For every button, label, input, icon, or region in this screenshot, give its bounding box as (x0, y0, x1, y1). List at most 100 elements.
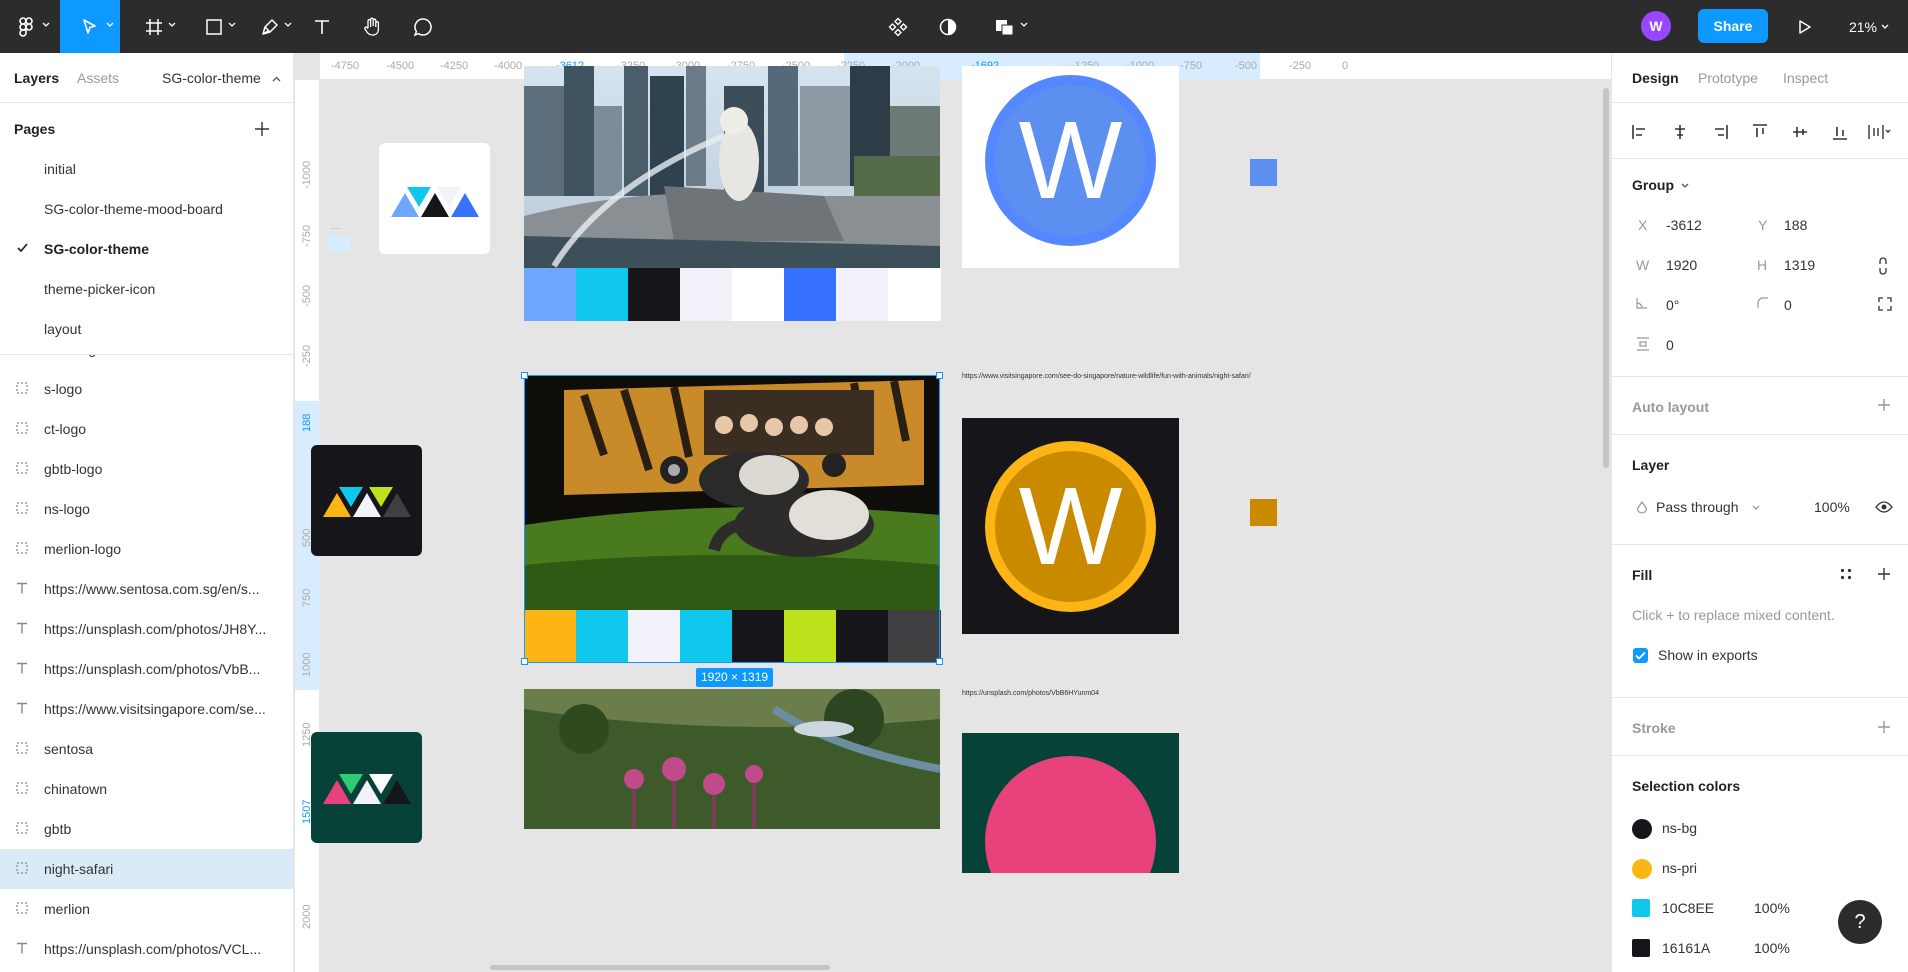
layer-item[interactable]: https://www.sentosa.com.sg/en/s... (0, 569, 293, 609)
tab-design[interactable]: Design (1632, 70, 1679, 86)
page-item-layout[interactable]: layout (0, 309, 293, 349)
merlion-color-swatch[interactable] (524, 268, 577, 321)
canvas[interactable]: -4750-4500-4250-4000-3612-3250-3000-2750… (295, 53, 1611, 972)
rotation-input[interactable]: 0° (1666, 297, 1679, 313)
layer-item[interactable]: night-safari (0, 849, 293, 889)
help-button[interactable]: ? (1838, 900, 1882, 944)
align-right-icon[interactable] (1712, 124, 1728, 140)
x-input[interactable]: -3612 (1666, 217, 1702, 233)
resize-handle-ne[interactable] (936, 372, 943, 379)
distribute-icon[interactable] (1868, 124, 1892, 140)
merlion-color-swatch[interactable] (888, 268, 941, 321)
components-button[interactable] (878, 0, 918, 53)
add-fill-icon[interactable] (1877, 567, 1891, 581)
merlion-color-swatch[interactable] (680, 268, 733, 321)
layer-item[interactable]: ns-logo (0, 489, 293, 529)
merlion-color-swatch[interactable] (732, 268, 785, 321)
align-left-icon[interactable] (1632, 124, 1648, 140)
opacity-input[interactable]: 100% (1814, 499, 1850, 515)
layer-item[interactable]: https://www.visitsingapore.com/se... (0, 689, 293, 729)
gbtb-icon-frame[interactable] (962, 733, 1179, 873)
user-avatar[interactable]: W (1641, 11, 1671, 41)
tab-assets[interactable]: Assets (77, 70, 119, 86)
color-swatch[interactable] (1632, 819, 1652, 839)
layer-item[interactable]: https://unsplash.com/photos/VCL... (0, 929, 293, 969)
h-input[interactable]: 1319 (1784, 257, 1815, 273)
pen-tool-button[interactable] (246, 0, 294, 53)
night-safari-url[interactable]: https://www.visitsingapore.com/see-do-si… (962, 373, 1251, 380)
present-button[interactable] (1785, 0, 1823, 53)
merlion-color-swatch[interactable] (784, 268, 837, 321)
layer-item[interactable]: merlion (0, 889, 293, 929)
mask-button[interactable] (928, 0, 968, 53)
color-swatch[interactable] (1632, 859, 1652, 879)
gbtb-photo[interactable] (524, 689, 940, 829)
tab-prototype[interactable]: Prototype (1698, 70, 1758, 86)
merlion-photo[interactable] (524, 66, 940, 268)
resize-handle-nw[interactable] (521, 372, 528, 379)
boolean-groups-button[interactable] (980, 0, 1030, 53)
eye-icon[interactable] (1875, 501, 1893, 513)
layer-item[interactable]: sentosa (0, 729, 293, 769)
page-item-mood-board[interactable]: SG-color-theme-mood-board (0, 189, 293, 229)
tab-layers[interactable]: Layers (14, 70, 59, 86)
add-stroke-icon[interactable] (1877, 720, 1891, 734)
y-input[interactable]: 188 (1784, 217, 1807, 233)
constrain-proportions-icon[interactable] (1878, 257, 1888, 275)
color-chip-gold[interactable] (1250, 499, 1277, 526)
w-input[interactable]: 1920 (1666, 257, 1697, 273)
current-page-selector[interactable]: SG-color-theme (162, 70, 261, 86)
resize-handle-sw[interactable] (521, 658, 528, 665)
hand-tool-button[interactable] (352, 0, 392, 53)
vertical-scrollbar[interactable] (1603, 88, 1609, 468)
layer-item[interactable]: ct-logo (0, 409, 293, 449)
merlion-color-swatch[interactable] (836, 268, 889, 321)
corner-radius-input[interactable]: 0 (1784, 297, 1792, 313)
layer-item[interactable]: https://unsplash.com/photos/VbB... (0, 649, 293, 689)
layer-item[interactable]: gbtb (0, 809, 293, 849)
align-top-icon[interactable] (1752, 124, 1768, 140)
comment-tool-button[interactable] (403, 0, 443, 53)
color-swatch[interactable] (1632, 899, 1650, 917)
gbtb-logo-card[interactable] (311, 732, 422, 843)
show-in-exports-checkbox[interactable] (1633, 648, 1648, 663)
text-tool-button[interactable] (302, 0, 342, 53)
layer-item[interactable]: chinatown (0, 769, 293, 809)
merlion-color-swatch[interactable] (576, 268, 629, 321)
group-heading[interactable]: Group (1632, 177, 1689, 193)
ns-logo-card[interactable] (311, 445, 422, 556)
color-chip-blue[interactable] (1250, 159, 1277, 186)
share-button[interactable]: Share (1698, 9, 1768, 43)
add-page-icon[interactable] (254, 121, 270, 137)
selection-color-row[interactable]: ns-pri (1632, 856, 1892, 880)
gbtb-url[interactable]: https://unsplash.com/photos/VbB6HYunm04 (962, 690, 1099, 697)
merlion-icon-frame[interactable]: W (962, 66, 1179, 268)
page-item-theme-picker-icon[interactable]: theme-picker-icon (0, 269, 293, 309)
page-item-initial[interactable]: initial (0, 149, 293, 189)
move-tool-button[interactable] (60, 0, 120, 53)
style-grid-icon[interactable] (1840, 568, 1852, 580)
horizontal-scrollbar[interactable] (490, 965, 830, 970)
independent-corners-icon[interactable] (1878, 297, 1892, 311)
align-bottom-icon[interactable] (1832, 124, 1848, 140)
align-vertical-center-icon[interactable] (1792, 124, 1808, 140)
layer-item[interactable]: gbtb-logo (0, 449, 293, 489)
main-menu-button[interactable] (0, 0, 52, 53)
merlion-color-swatch[interactable] (628, 268, 681, 321)
color-swatch[interactable] (1632, 939, 1650, 957)
merlion-logo-card[interactable] (379, 143, 490, 254)
frame-tool-button[interactable] (130, 0, 178, 53)
blend-mode-select[interactable]: Pass through (1656, 499, 1739, 515)
layer-item[interactable]: s-logo (0, 369, 293, 409)
add-auto-layout-icon[interactable] (1877, 398, 1891, 412)
layer-item[interactable]: https://unsplash.com/photos/JH8Y... (0, 609, 293, 649)
layer-item[interactable]: merlion-logo (0, 529, 293, 569)
night-safari-icon-frame[interactable]: W (962, 418, 1179, 634)
align-horizontal-center-icon[interactable] (1672, 124, 1688, 140)
resize-handle-se[interactable] (936, 658, 943, 665)
shape-tool-button[interactable] (190, 0, 238, 53)
page-item-sg-color-theme[interactable]: SG-color-theme (0, 229, 293, 269)
spacing-input[interactable]: 0 (1666, 337, 1674, 353)
zoom-menu-button[interactable]: 21% (1842, 0, 1896, 53)
tab-inspect[interactable]: Inspect (1783, 70, 1828, 86)
